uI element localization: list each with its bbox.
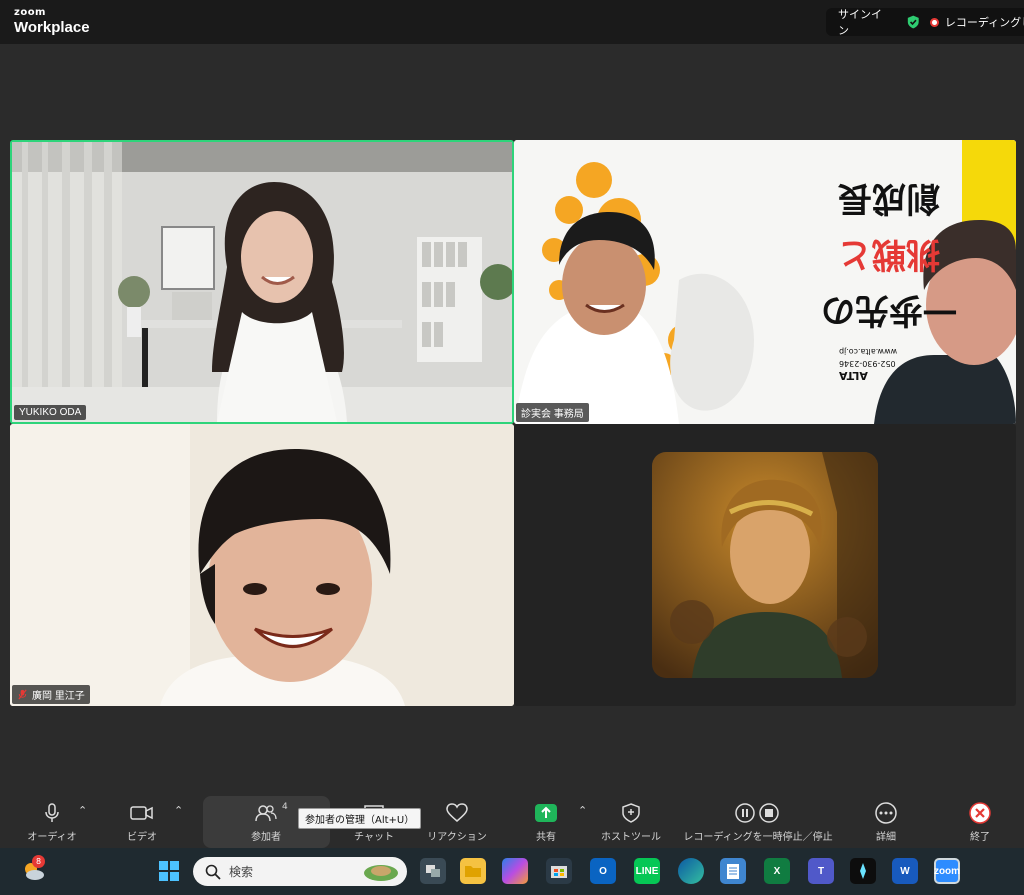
windows-taskbar: 8 検索 O LINE X T W zoom [0,848,1024,895]
copilot-icon[interactable] [502,858,528,884]
video-tile-rieko[interactable]: 廣岡 里江子 [10,424,514,706]
store-icon[interactable] [546,858,572,884]
recording-status[interactable]: レコーディングし [945,14,1024,30]
video-tile-office[interactable]: 一歩先の 挑戦と 創成長 ALTA 052-930-2346 www.alta.… [514,140,1016,424]
participant-name: YUKIKO ODA [19,407,82,418]
participant-avatar [652,452,878,678]
task-view-icon[interactable] [420,858,446,884]
slide-contact: ALTA 052-930-2346 www.alta.co.jp [839,345,898,382]
participant-name-tag: YUKIKO ODA [14,405,87,420]
slide-line1: 一歩先の [821,290,957,330]
title-bar: zoom Workplace サインイン レコーディングし [0,0,1024,44]
recording-controls-button[interactable]: レコーディングを一時停止／停止 [680,796,836,848]
audio-label: オーディオ [27,832,77,843]
participant-video [12,142,512,422]
reactions-label: リアクション [427,832,487,843]
share-label: 共有 [536,832,556,843]
weather-badge: 8 [32,855,45,868]
video-tile-yukiko[interactable]: YUKIKO ODA [10,140,514,424]
slide-text: 一歩先の 挑戦と 創成長 [814,170,964,338]
participant-video [10,424,514,706]
search-highlight-icon [364,864,398,881]
microphone-icon [40,802,64,824]
slide-line2: 挑戦と [838,234,940,274]
taskbar-search[interactable]: 検索 [193,857,407,886]
avatar-illustration [652,452,878,678]
more-dots-icon [874,802,898,824]
host-tools-label: ホストツール [601,832,661,843]
participants-count: 4 [282,802,288,812]
audio-options-caret-icon[interactable]: ⌃ [78,804,87,817]
line-icon[interactable]: LINE [634,858,660,884]
excel-icon[interactable]: X [764,858,790,884]
participant-name: 診実会 事務局 [521,409,584,420]
muted-mic-icon [18,689,27,700]
video-tile-avatar[interactable] [514,424,1016,706]
file-explorer-icon[interactable] [460,858,486,884]
security-shield-icon[interactable] [906,14,921,30]
chat-label: チャット [354,832,394,843]
video-camera-icon [130,802,154,824]
video-stage: YUKIKO ODA 一歩先の 挑戦と 創成長 ALTA 052-930-234… [0,44,1024,796]
windows-start-icon[interactable] [156,858,182,884]
dark-app-icon[interactable] [850,858,876,884]
pause-stop-icon [733,802,783,824]
search-icon [205,864,221,880]
recording-dot-icon [930,17,939,27]
end-label: 終了 [970,832,990,843]
participants-label: 参加者 [251,832,281,843]
shield-icon [619,802,643,824]
participant-name-tag: 廣岡 里江子 [12,685,90,704]
notepad-icon[interactable] [720,858,746,884]
video-button[interactable]: ビデオ [114,796,170,848]
share-screen-icon [534,802,558,824]
outlook-icon[interactable]: O [590,858,616,884]
brand-top: zoom [14,7,46,18]
heart-icon [445,802,469,824]
slide-phone: 052-930-2346 [839,359,896,368]
slide-logo: ALTA [839,369,868,382]
zoom-logo: zoom Workplace [14,7,90,36]
host-tools-button[interactable]: ホストツール [598,796,664,848]
participants-icon [254,802,278,824]
audio-button[interactable]: オーディオ [24,796,80,848]
participant-name-tag: 診実会 事務局 [516,403,589,422]
participants-tooltip: 参加者の管理（Alt+U） [298,808,422,829]
edge-icon[interactable] [678,858,704,884]
slide-line3: 創成長 [838,178,940,218]
slide-url: www.alta.co.jp [839,347,898,356]
share-button[interactable]: 共有 [518,796,574,848]
search-placeholder: 検索 [229,865,254,879]
recording-label: レコーディングを一時停止／停止 [683,832,833,843]
more-label: 詳細 [876,832,896,843]
video-options-caret-icon[interactable]: ⌃ [174,804,183,817]
signin-button[interactable]: サインイン [838,6,888,38]
close-icon [968,802,992,824]
word-icon[interactable]: W [892,858,918,884]
share-options-caret-icon[interactable]: ⌃ [578,804,587,817]
meeting-toolbar: オーディオ ⌃ ビデオ ⌃ 参加者 4 チャット 参加者の管理（Alt+U） リ… [0,796,1024,848]
zoom-app-icon[interactable]: zoom [934,858,960,884]
video-label: ビデオ [127,832,157,843]
reactions-button[interactable]: リアクション [424,796,490,848]
participant-name: 廣岡 里江子 [32,691,85,702]
brand-main: Workplace [14,19,90,36]
title-status-area: サインイン レコーディングし [826,6,1024,38]
end-meeting-button[interactable]: 終了 [952,796,1008,848]
more-button[interactable]: 詳細 [858,796,914,848]
teams-icon[interactable]: T [808,858,834,884]
